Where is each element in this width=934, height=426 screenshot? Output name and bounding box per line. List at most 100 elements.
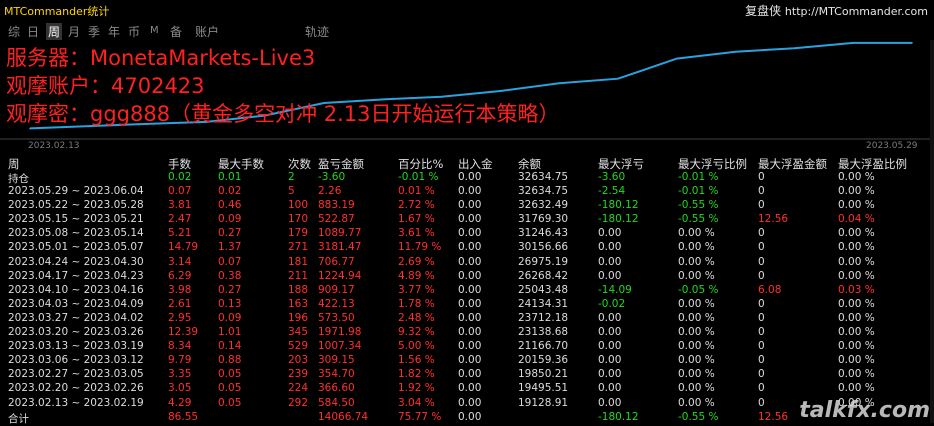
cell-count: 529	[288, 340, 309, 353]
table-row[interactable]: 2023.02.27 ~ 2023.03.05 3.35 0.05 239 354.70…	[0, 368, 934, 382]
cell-lots: 12.39	[168, 326, 199, 339]
cell-pl: 706.77	[318, 255, 355, 268]
cell-io: 0.00	[458, 382, 482, 395]
cell-mfpr: 0.00 %	[838, 199, 875, 212]
cell-pct: 2.48 %	[398, 311, 435, 324]
cell-count: 271	[288, 241, 309, 254]
cell-period: 2023.04.24 ~ 2023.04.30	[8, 255, 144, 268]
header-pl[interactable]: 盈亏金额	[318, 156, 364, 172]
cell-pct: 2.69 %	[398, 255, 435, 268]
table-row[interactable]: 2023.05.01 ~ 2023.05.07 14.79 1.37 271 3181.…	[0, 241, 934, 255]
header-count[interactable]: 次数	[288, 156, 311, 172]
table-row[interactable]: 2023.05.15 ~ 2023.05.21 2.47 0.09 170 522.87…	[0, 213, 934, 227]
cell-mflr: 0.00 %	[678, 354, 715, 367]
cell-pl: 1089.77	[318, 227, 362, 240]
cell-pct: 3.61 %	[398, 227, 435, 240]
chart-end-date: 2023.05.29	[866, 141, 918, 151]
cell-mfpr: 0.00 %	[838, 311, 875, 324]
cell-pl: 309.15	[318, 354, 355, 367]
cell-lots: 2.47	[168, 213, 192, 226]
cell-mflr: 0.00 %	[678, 311, 715, 324]
cell-mflr: -0.01 %	[678, 171, 719, 183]
cell-period: 2023.04.03 ~ 2023.04.09	[8, 297, 144, 310]
table-row[interactable]: 2023.04.10 ~ 2023.04.16 3.98 0.27 188 909.17…	[0, 284, 934, 298]
header-max-float-profit-ratio[interactable]: 最大浮盈比例	[838, 156, 907, 172]
table-row[interactable]: 2023.03.20 ~ 2023.03.26 12.39 1.01 345 1971.…	[0, 326, 934, 340]
cell-io: 0.00	[458, 171, 482, 183]
cell-mfpr: 0.00 %	[838, 297, 875, 310]
cell-lots: 4.29	[168, 396, 192, 409]
cell-pl: 422.13	[318, 297, 355, 310]
cell-mfl: 0.00	[598, 227, 622, 240]
cell-mfl: 0.00	[598, 340, 622, 353]
cell-count: 211	[288, 269, 309, 282]
cell-pl: 1007.34	[318, 340, 362, 353]
cell-lots: 2.61	[168, 297, 192, 310]
table-row[interactable]: 2023.02.13 ~ 2023.02.19 4.29 0.05 292 584.50…	[0, 397, 934, 411]
cell-mfl: -180.12	[598, 213, 639, 226]
header-max-float-loss[interactable]: 最大浮亏	[598, 156, 644, 172]
table-row[interactable]: 2023.03.13 ~ 2023.03.19 8.34 0.14 529 1007.3…	[0, 340, 934, 354]
cell-lots: 14.79	[168, 241, 199, 254]
cell-mfl: -3.60	[598, 171, 626, 183]
cell-pct: 5.00 %	[398, 340, 435, 353]
cell-mfl: -180.12	[598, 199, 639, 212]
tab-m[interactable]: M	[150, 25, 159, 36]
header-pct[interactable]: 百分比%	[398, 156, 443, 172]
brand-url[interactable]: http://MTCommander.com	[785, 5, 928, 18]
brand-link[interactable]: 复盘侠 http://MTCommander.com	[745, 2, 928, 19]
cell-period: 2023.05.29 ~ 2023.06.04	[8, 185, 144, 198]
cell-mflr: -0.05 %	[678, 283, 719, 296]
table-row[interactable]: 2023.05.08 ~ 2023.05.14 5.21 0.27 179 1089.7…	[0, 227, 934, 241]
cell-max-lots: 0.27	[218, 227, 242, 240]
cell-count: 196	[288, 311, 309, 324]
chart-start-date: 2023.02.13	[28, 141, 80, 151]
cell-mfp: 0	[758, 171, 765, 183]
cell-io: 0.00	[458, 185, 482, 198]
header-balance[interactable]: 余额	[518, 156, 541, 172]
scrollbar[interactable]	[930, 40, 934, 423]
cell-mfp: 0	[758, 396, 765, 409]
header-io[interactable]: 出入金	[458, 156, 493, 172]
table-row[interactable]: 2023.04.03 ~ 2023.04.09 2.61 0.13 163 422.13…	[0, 298, 934, 312]
cell-mfl: 0.00	[598, 326, 622, 339]
cell-period: 2023.03.20 ~ 2023.03.26	[8, 326, 144, 339]
cell-max-lots: 0.02	[218, 185, 242, 198]
brand-name: 复盘侠	[745, 4, 782, 18]
header-max-float-profit[interactable]: 最大浮盈金额	[758, 156, 827, 172]
header-max-lots[interactable]: 最大手数	[218, 156, 264, 172]
header-max-float-loss-ratio[interactable]: 最大浮亏比例	[678, 156, 747, 172]
position-row[interactable]: 持仓 0.02 0.01 2 -3.60 -0.01 % 0.00 32634.…	[0, 171, 934, 185]
table-row[interactable]: 2023.04.24 ~ 2023.04.30 3.14 0.07 181 706.77…	[0, 256, 934, 270]
header-lots[interactable]: 手数	[168, 156, 191, 172]
position-label: 持仓	[8, 173, 29, 185]
cell-mfl: 0.00	[598, 382, 622, 395]
table-row[interactable]: 2023.03.27 ~ 2023.04.02 2.95 0.09 196 573.50…	[0, 312, 934, 326]
cell-balance: 23712.18	[518, 311, 569, 324]
table-row[interactable]: 2023.05.22 ~ 2023.05.28 3.81 0.46 100 883.19…	[0, 199, 934, 213]
cell-balance: 26975.19	[518, 255, 569, 268]
cell-period: 2023.05.01 ~ 2023.05.07	[8, 241, 144, 254]
cell-balance: 32634.75	[518, 185, 569, 198]
cell-max-lots: 0.38	[218, 269, 242, 282]
table-row[interactable]: 2023.03.06 ~ 2023.03.12 9.79 0.88 203 309.15…	[0, 354, 934, 368]
total-pct: 75.77 %	[398, 410, 442, 423]
cell-mfp: 0	[758, 269, 765, 282]
table-row[interactable]: 2023.04.17 ~ 2023.04.23 6.29 0.38 211 1224.9…	[0, 270, 934, 284]
cell-max-lots: 0.46	[218, 199, 242, 212]
equity-point	[852, 42, 854, 44]
cell-lots: 3.14	[168, 255, 192, 268]
cell-mfp: 0	[758, 255, 765, 268]
cell-io: 0.00	[458, 297, 482, 310]
table-row[interactable]: 2023.02.20 ~ 2023.02.26 3.05 0.05 224 366.60…	[0, 382, 934, 396]
cell-mfpr: 0.03 %	[838, 283, 875, 296]
cell-max-lots: 0.13	[218, 297, 242, 310]
cell-mfpr: 0.00 %	[838, 255, 875, 268]
total-io: 0.00	[458, 410, 482, 423]
header-period[interactable]: 周	[8, 156, 20, 172]
equity-point	[499, 90, 502, 92]
cell-balance: 32632.49	[518, 199, 569, 212]
table-row[interactable]: 2023.05.29 ~ 2023.06.04 0.07 0.02 5 2.26 0.01…	[0, 185, 934, 199]
cell-pl: 354.70	[318, 368, 355, 381]
cell-mfp: 6.08	[758, 283, 782, 296]
